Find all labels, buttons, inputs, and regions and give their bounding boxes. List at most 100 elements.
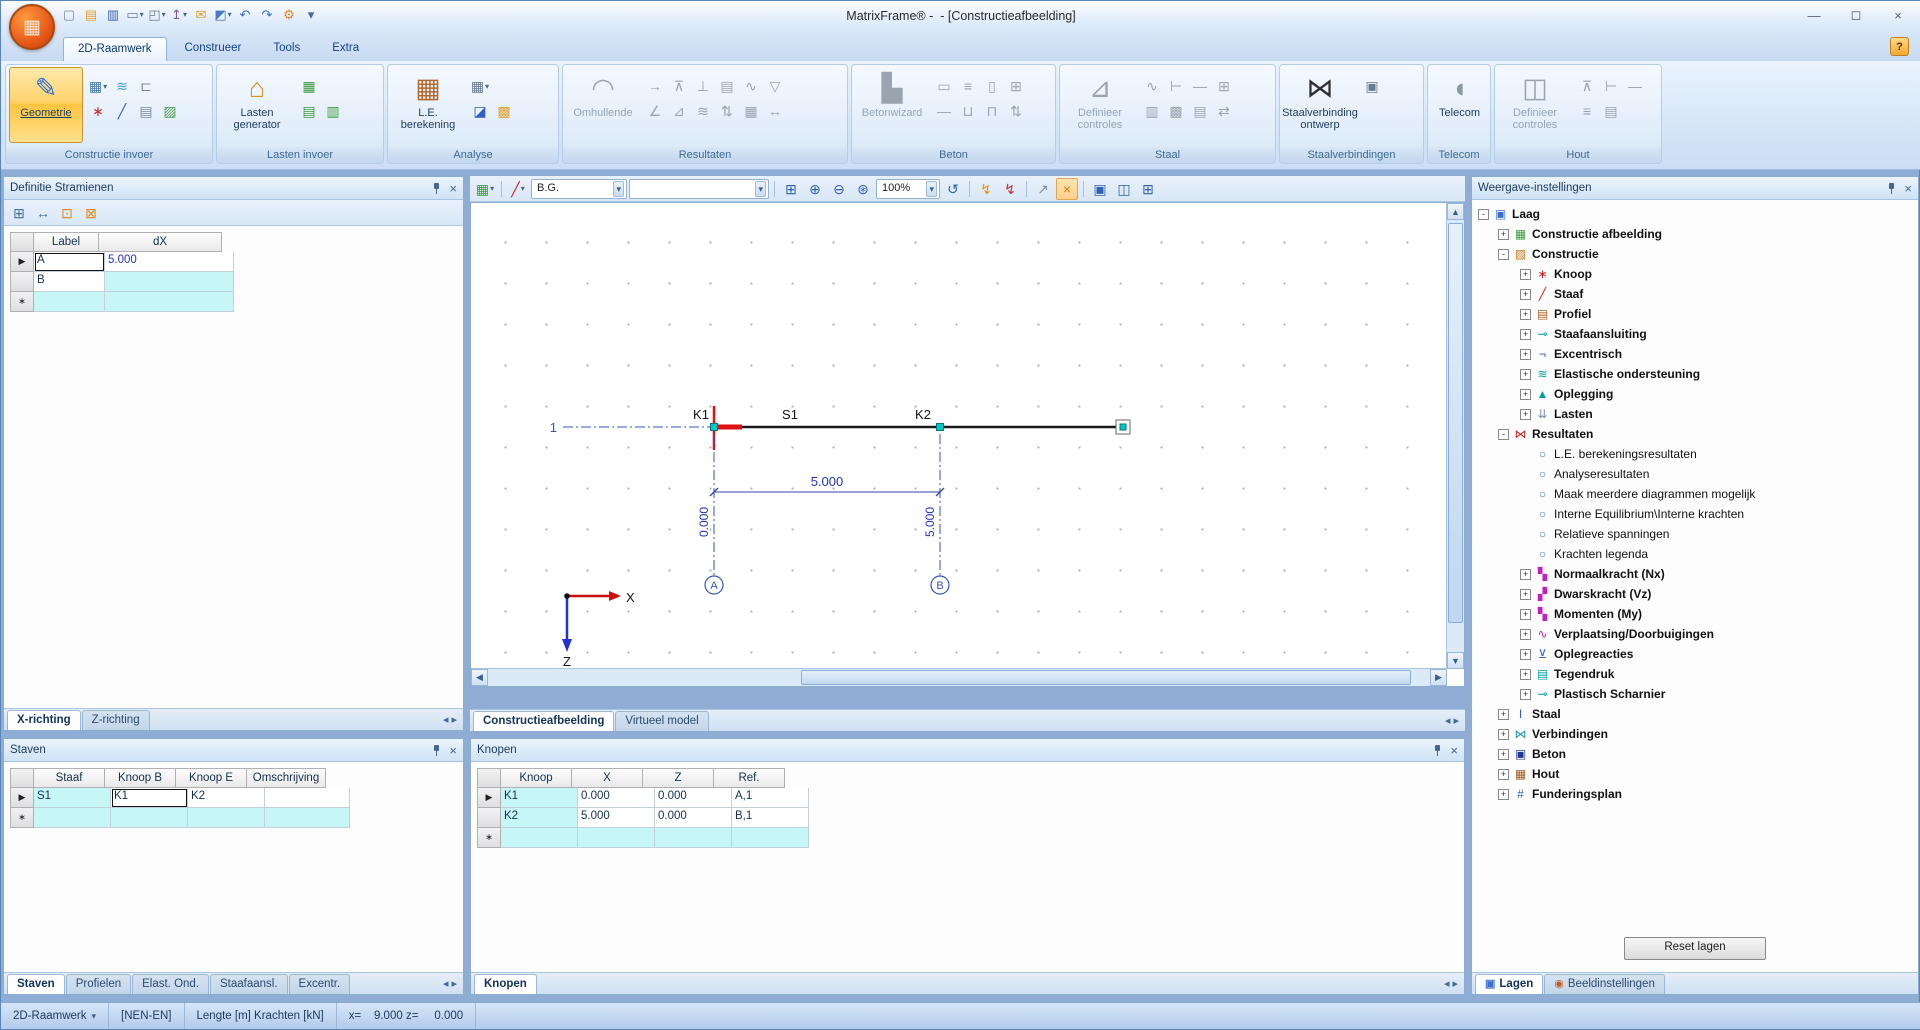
row-selector[interactable]: ▶ bbox=[477, 788, 501, 808]
close-panel-icon[interactable]: × bbox=[449, 182, 457, 195]
knoop-e-cell[interactable]: K2 bbox=[188, 788, 265, 808]
statusbar-mode[interactable]: 2D-Raamwerk▾ bbox=[1, 1003, 109, 1029]
staal-stabiliteit-icon[interactable]: ⊢ bbox=[1165, 75, 1187, 97]
tree-item[interactable]: + ⊸ Plastisch Scharnier bbox=[1474, 684, 1918, 704]
scroll-left-icon[interactable]: ◀ bbox=[471, 669, 488, 686]
omhullende-min-icon[interactable]: ▽ bbox=[764, 75, 786, 97]
close-panel-icon[interactable]: × bbox=[449, 744, 457, 757]
tree-item[interactable]: + # Funderingsplan bbox=[1474, 784, 1918, 804]
tree-item[interactable]: + ▦ Constructie afbeelding bbox=[1474, 224, 1918, 244]
geometrie-button[interactable]: ✎ Geometrie bbox=[9, 67, 83, 143]
hout-profielen-icon[interactable]: ≡ bbox=[1576, 100, 1598, 122]
tree-item[interactable]: ○ L.E. berekeningsresultaten bbox=[1474, 444, 1918, 464]
statusbar-norm[interactable]: [NEN-EN] bbox=[109, 1003, 184, 1029]
hout-kip-icon[interactable]: — bbox=[1624, 75, 1646, 97]
tab-construeer[interactable]: Construeer bbox=[171, 37, 256, 60]
tree-expander-icon[interactable]: + bbox=[1498, 749, 1509, 760]
pin-icon[interactable] bbox=[432, 183, 441, 194]
normaalkracht-resultaat-icon[interactable]: ⊼ bbox=[668, 75, 690, 97]
staal-profielen-icon[interactable]: ▥ bbox=[1141, 100, 1163, 122]
beton-scheur-icon[interactable]: ⊔ bbox=[957, 100, 979, 122]
tree-expander-icon[interactable]: + bbox=[1520, 589, 1531, 600]
tree-item[interactable]: - ⋈ Resultaten bbox=[1474, 424, 1918, 444]
qat-meer-icon[interactable]: ▾ bbox=[301, 4, 321, 24]
dx-cell[interactable] bbox=[105, 292, 234, 312]
tree-expander-icon[interactable]: + bbox=[1520, 689, 1531, 700]
knoop-b-cell[interactable] bbox=[111, 808, 188, 828]
tree-item[interactable]: + ▤ Profiel bbox=[1474, 304, 1918, 324]
tab-excentr[interactable]: Excentr. bbox=[289, 974, 351, 994]
knoop-b-cell[interactable]: K1 bbox=[111, 788, 188, 808]
profiel-combo[interactable] bbox=[629, 179, 769, 199]
verwijder-icon[interactable]: × bbox=[1056, 178, 1078, 200]
drawing-canvas[interactable]: 1 K1 S1 K2 5.000 0.000 5.000 bbox=[471, 203, 1447, 686]
mode-dropdown-icon[interactable]: ▾ bbox=[92, 1011, 97, 1022]
dwarskracht-resultaat-icon[interactable]: ⊥ bbox=[692, 75, 714, 97]
ref-cell[interactable]: B,1 bbox=[732, 808, 809, 828]
tree-item[interactable]: + ▚ Momenten (My) bbox=[1474, 604, 1918, 624]
reset-lagen-button[interactable]: Reset lagen bbox=[1624, 937, 1766, 960]
tree-expander-icon[interactable]: + bbox=[1520, 369, 1531, 380]
tabs-scroll-right-icon[interactable]: ▸ bbox=[451, 977, 457, 990]
betonwizard-button[interactable]: ▙ Betonwizard bbox=[855, 67, 929, 143]
tree-expander-icon[interactable]: + bbox=[1498, 729, 1509, 740]
venster-grid-icon[interactable]: ⊞ bbox=[1137, 178, 1159, 200]
resultaten-tabel-icon[interactable]: ▦ bbox=[740, 100, 762, 122]
tree-item[interactable]: + ▣ Beton bbox=[1474, 744, 1918, 764]
staal-kip-icon[interactable]: — bbox=[1189, 75, 1211, 97]
hout-tabel-icon[interactable]: ▤ bbox=[1600, 100, 1622, 122]
tree-item[interactable]: + ≋ Elastische ondersteuning bbox=[1474, 364, 1918, 384]
reacties-icon[interactable]: ⇅ bbox=[716, 100, 738, 122]
stramien-verwijderen-icon[interactable]: ⊠ bbox=[80, 202, 102, 224]
tree-expander-icon[interactable]: + bbox=[1498, 229, 1509, 240]
column-header-x[interactable]: X bbox=[572, 768, 643, 788]
tree-item[interactable]: + ¬ Excentrisch bbox=[1474, 344, 1918, 364]
tab-lagen[interactable]: ▣ Lagen bbox=[1475, 974, 1543, 994]
hoekverdraaiing-icon[interactable]: ∠ bbox=[644, 100, 666, 122]
belastinggeval-combo[interactable]: B.G. bbox=[531, 179, 627, 199]
tree-item[interactable]: + ∿ Verplaatsing/Doorbuigingen bbox=[1474, 624, 1918, 644]
spanningen-resultaat-icon[interactable]: ∿ bbox=[740, 75, 762, 97]
canvas-vertical-scrollbar[interactable]: ▲ ▼ bbox=[1446, 203, 1464, 669]
row-selector[interactable]: ▶ bbox=[10, 788, 34, 808]
tree-item[interactable]: - ▣ Laag bbox=[1474, 204, 1918, 224]
tab-staven[interactable]: Staven bbox=[7, 974, 65, 994]
tab-z-richting[interactable]: Z-richting bbox=[82, 710, 150, 730]
tree-expander-icon[interactable]: - bbox=[1478, 209, 1489, 220]
tree-expander-icon[interactable]: + bbox=[1520, 329, 1531, 340]
staal-definieer-controles-button[interactable]: ⊿ Definieer controles bbox=[1063, 67, 1137, 143]
staaf-cell[interactable] bbox=[34, 808, 111, 828]
zoom-percentage-combo[interactable]: 100% bbox=[876, 179, 940, 199]
tree-item[interactable]: + ⊸ Staafaansluiting bbox=[1474, 324, 1918, 344]
raster-weergave-icon[interactable]: ▦ bbox=[474, 178, 496, 200]
staal-tabel-icon[interactable]: ▤ bbox=[1189, 100, 1211, 122]
tree-expander-icon[interactable]: + bbox=[1520, 389, 1531, 400]
teken-staaf-icon[interactable]: ╱ bbox=[507, 178, 529, 200]
omschrijving-cell[interactable] bbox=[265, 808, 350, 828]
column-header-label[interactable]: Label bbox=[34, 232, 99, 252]
tree-expander-icon[interactable]: + bbox=[1520, 269, 1531, 280]
staven-tool-icon[interactable]: ╱ bbox=[111, 100, 133, 122]
tree-item[interactable]: ○ Relatieve spanningen bbox=[1474, 524, 1918, 544]
tab-profielen[interactable]: Profielen bbox=[66, 974, 131, 994]
wind-icon[interactable]: ≋ bbox=[111, 75, 133, 97]
label-cell[interactable] bbox=[34, 292, 105, 312]
lasten-generator-button[interactable]: ⌂ Lasten generator bbox=[220, 67, 294, 143]
tabs-scroll-right-icon[interactable]: ▸ bbox=[451, 713, 457, 726]
meet-icon[interactable]: ↗ bbox=[1032, 178, 1054, 200]
tab-staafaansl[interactable]: Staafaansl. bbox=[210, 974, 288, 994]
email-icon[interactable]: ✉ bbox=[191, 4, 211, 24]
tree-item[interactable]: + ▦ Hout bbox=[1474, 764, 1918, 784]
tree-expander-icon[interactable]: + bbox=[1520, 349, 1531, 360]
z-cell[interactable]: 0.000 bbox=[655, 808, 732, 828]
hout-definieer-controles-button[interactable]: ◫ Definieer controles bbox=[1498, 67, 1572, 143]
tabs-scroll-right-icon[interactable]: ▸ bbox=[1452, 977, 1458, 990]
tree-item[interactable]: + I Staal bbox=[1474, 704, 1918, 724]
momenten-resultaat-icon[interactable]: ▤ bbox=[716, 75, 738, 97]
stramien-bewerken-icon[interactable]: ⊞ bbox=[8, 202, 30, 224]
tabs-scroll-left-icon[interactable]: ◂ bbox=[1445, 714, 1451, 727]
lastgevallen-icon[interactable]: ▤ bbox=[298, 100, 320, 122]
schermafdruk-icon[interactable]: ◩ bbox=[213, 4, 233, 24]
exporteren-icon[interactable]: ↥ bbox=[169, 4, 189, 24]
row-selector[interactable]: ∗ bbox=[10, 808, 34, 828]
